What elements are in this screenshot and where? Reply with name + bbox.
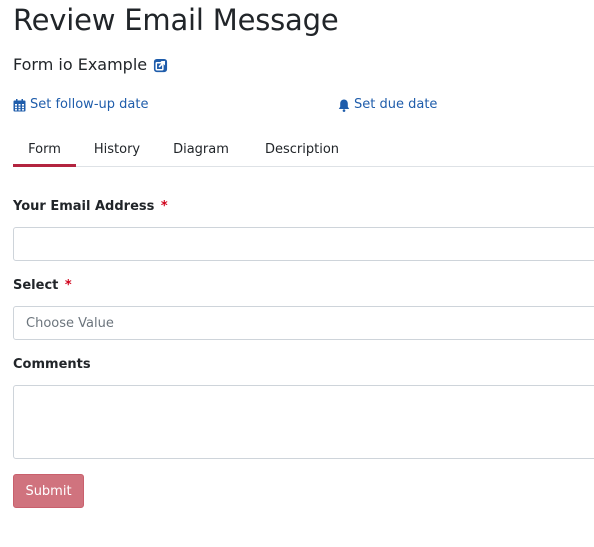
- set-follow-up-date-label: Set follow-up date: [30, 97, 149, 112]
- select-label-text: Select: [13, 278, 59, 293]
- tab-diagram[interactable]: Diagram: [165, 134, 237, 167]
- process-name: Form io Example: [13, 53, 168, 77]
- select-placeholder: Choose Value: [26, 315, 114, 331]
- page-title: Review Email Message: [13, 3, 339, 37]
- task-form-page: Review Email Message Form io Example Set…: [0, 0, 594, 547]
- external-link-icon[interactable]: [153, 58, 168, 73]
- tab-history[interactable]: History: [86, 134, 148, 167]
- tab-form[interactable]: Form: [13, 134, 76, 167]
- comments-field-label: Comments: [13, 356, 91, 374]
- required-marker: *: [64, 278, 72, 293]
- select-dropdown[interactable]: Choose Value: [13, 306, 594, 340]
- calendar-icon: [13, 98, 26, 112]
- set-due-date-link[interactable]: Set due date: [338, 95, 437, 115]
- comments-label-text: Comments: [13, 357, 91, 372]
- set-follow-up-date-link[interactable]: Set follow-up date: [13, 95, 148, 115]
- bell-icon: [338, 99, 350, 112]
- email-label-text: Your Email Address: [13, 199, 155, 214]
- email-field-label: Your Email Address *: [13, 198, 168, 216]
- set-due-date-label: Set due date: [354, 97, 438, 112]
- email-field[interactable]: [13, 227, 594, 261]
- comments-textarea[interactable]: [13, 385, 594, 459]
- task-tabs: Form History Diagram Description: [13, 134, 594, 167]
- submit-button[interactable]: Submit: [13, 474, 84, 508]
- tab-description[interactable]: Description: [253, 134, 351, 167]
- required-marker: *: [160, 199, 168, 214]
- select-field-label: Select *: [13, 277, 72, 295]
- process-name-label: Form io Example: [13, 55, 148, 74]
